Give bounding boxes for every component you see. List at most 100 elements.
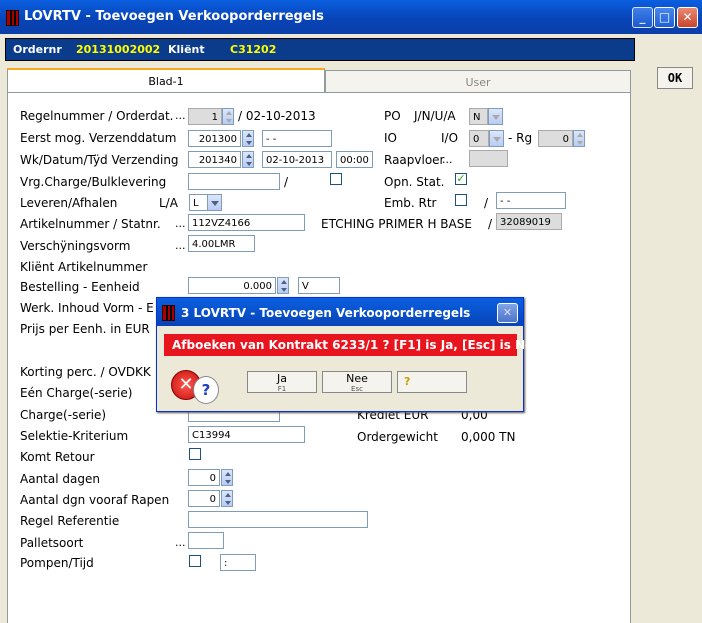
aantal-dgn-spinner[interactable] xyxy=(221,490,233,507)
eerst-date-field[interactable]: - - xyxy=(262,130,332,147)
rg-label: - Rg xyxy=(508,131,533,145)
palletsoort-field[interactable] xyxy=(188,532,224,549)
po-select[interactable]: N xyxy=(469,108,488,125)
raapvloer-field[interactable] xyxy=(469,150,508,167)
nee-button-key: Esc xyxy=(351,385,363,393)
dialog-title-bar[interactable]: 3 LOVRTV - Toevoegen Verkooporderregels … xyxy=(157,298,523,326)
rg-field[interactable]: 0 xyxy=(538,130,573,147)
leveren-la-label: L/A xyxy=(159,196,178,210)
dialog-close-button[interactable]: ✕ xyxy=(497,303,518,323)
tab-user[interactable]: User xyxy=(325,70,631,93)
regel-referentie-label: Regel Referentie xyxy=(20,514,120,528)
emb-rtr-label: Emb. Rtr xyxy=(384,196,437,210)
selektie-field[interactable]: C13994 xyxy=(188,426,305,443)
klient-label: Kliënt xyxy=(168,43,205,56)
wk-spinner[interactable] xyxy=(242,151,254,168)
aantal-dagen-label: Aantal dagen xyxy=(20,472,100,486)
vrg-slash: / xyxy=(284,175,289,189)
pompen-time-field[interactable]: : xyxy=(220,554,256,571)
versch-label: Verschÿningsvorm xyxy=(20,239,131,253)
eerst-label: Eerst mog. Verzenddatum xyxy=(20,131,177,145)
versch-field[interactable]: 4.00LMR xyxy=(188,235,255,252)
eerst-spinner[interactable] xyxy=(242,130,254,147)
wk-label: Wk/Datum/Tÿd Verzending xyxy=(20,153,179,167)
palletsoort-dots: ... xyxy=(175,536,186,549)
app-icon xyxy=(6,10,19,26)
leveren-select[interactable]: L xyxy=(189,194,208,211)
artikel-label: Artikelnummer / Statnr. xyxy=(20,217,161,231)
close-button[interactable]: ✕ xyxy=(677,7,698,28)
window-title: LOVRTV - Toevoegen Verkooporderregels xyxy=(24,9,324,24)
aantal-dagen-spinner[interactable] xyxy=(221,469,233,486)
artikel-description: ETCHING PRIMER H BASE xyxy=(321,217,472,231)
ordergewicht-value: 0,000 TN xyxy=(461,430,516,444)
aantal-dagen-field[interactable]: 0 xyxy=(188,469,220,486)
vrg-field[interactable] xyxy=(188,173,280,190)
minimize-button[interactable]: _ xyxy=(632,7,653,28)
po-dropdown-icon[interactable] xyxy=(488,108,503,125)
opn-stat-label: Opn. Stat. xyxy=(384,175,445,189)
werk-label: Werk. Inhoud Vorm - E xyxy=(20,301,154,315)
prijs-label: Prijs per Eenh. in EUR xyxy=(20,322,150,336)
klient-value: C31202 xyxy=(230,43,277,56)
komt-retour-checkbox[interactable] xyxy=(189,448,201,460)
nee-button[interactable]: Nee Esc xyxy=(322,371,392,393)
wk-time-field[interactable]: 00:00 xyxy=(336,151,373,168)
artikel-slash: / xyxy=(488,217,493,231)
regelnummer-label: Regelnummer / Orderdat. xyxy=(20,109,174,123)
ja-button-key: F1 xyxy=(277,385,287,393)
po-label: PO xyxy=(384,109,401,123)
regel-referentie-field[interactable] xyxy=(188,511,368,528)
io-label: IO xyxy=(384,131,397,145)
emb-rtr-checkbox[interactable] xyxy=(455,194,467,206)
bestelling-label: Bestelling - Eenheid xyxy=(20,280,140,294)
confirm-dialog: 3 LOVRTV - Toevoegen Verkooporderregels … xyxy=(156,297,541,412)
charge-label: Charge(-serie) xyxy=(20,408,107,422)
raapvloer-label: Raapvloer xyxy=(384,153,445,167)
dialog-message: Afboeken van Kontrakt 6233/1 ? [F1] is J… xyxy=(164,334,541,356)
klient-artikel-label: Kliënt Artikelnummer xyxy=(20,260,148,274)
help-button[interactable]: ? xyxy=(397,371,467,393)
wk-date-field[interactable]: 02-10-2013 xyxy=(262,151,332,168)
po-jnua-label: J/N/U/A xyxy=(414,109,456,123)
leveren-dropdown-icon[interactable] xyxy=(207,194,222,211)
tab-blad-1[interactable]: Blad-1 xyxy=(7,68,325,94)
eerst-week-field[interactable]: 201300 xyxy=(188,130,241,147)
pompen-checkbox[interactable] xyxy=(189,555,201,567)
regelnummer-dots: ... xyxy=(175,109,186,122)
ja-button[interactable]: Ja F1 xyxy=(247,371,317,393)
eenheid-field[interactable]: V xyxy=(298,277,340,294)
dialog-app-icon xyxy=(162,305,175,321)
versch-dots: ... xyxy=(175,239,186,252)
orderdat-value: / 02-10-2013 xyxy=(238,109,316,123)
regelnummer-spinner[interactable] xyxy=(222,108,234,125)
io-select[interactable]: 0 xyxy=(469,130,489,147)
artikel-field[interactable]: 112VZ4166 xyxy=(188,214,305,231)
ordernr-label: Ordernr xyxy=(13,43,62,56)
bestelling-spinner[interactable] xyxy=(277,277,289,294)
io-io-label: I/O xyxy=(441,131,459,145)
io-dropdown-icon[interactable] xyxy=(489,130,504,147)
statnr-field[interactable]: 32089019 xyxy=(496,213,562,230)
ordergewicht-label: Ordergewicht xyxy=(357,430,438,444)
selektie-label: Selektie-Kriterium xyxy=(20,429,129,443)
opn-stat-checkbox[interactable]: ✓ xyxy=(455,173,467,185)
rg-spinner[interactable] xyxy=(573,130,585,147)
artikel-dots: ... xyxy=(175,217,186,230)
komt-retour-label: Komt Retour xyxy=(20,450,95,464)
order-header-bar: Ordernr 20131002002 Kliënt C31202 xyxy=(5,38,635,61)
raapvloer-dots: ... xyxy=(442,153,453,166)
aantal-dgn-field[interactable]: 0 xyxy=(188,490,220,507)
een-charge-label: Eén Charge(-serie) xyxy=(20,386,133,400)
aantal-dgn-label: Aantal dgn vooraf Rapen xyxy=(20,493,170,507)
bestelling-field[interactable]: 0.000 xyxy=(188,277,276,294)
emb-date-field[interactable]: - - xyxy=(496,192,566,209)
vrg-label: Vrg.Charge/Bulklevering xyxy=(20,175,167,189)
window-title-bar[interactable]: LOVRTV - Toevoegen Verkooporderregels _ … xyxy=(0,0,702,34)
wk-week-field[interactable]: 201340 xyxy=(188,151,241,168)
ok-button[interactable]: OK xyxy=(657,67,693,89)
question-icon: ? xyxy=(193,376,219,404)
maximize-button[interactable]: □ xyxy=(654,7,675,28)
vrg-checkbox[interactable] xyxy=(330,173,342,185)
regelnummer-field[interactable]: 1 xyxy=(188,108,222,125)
